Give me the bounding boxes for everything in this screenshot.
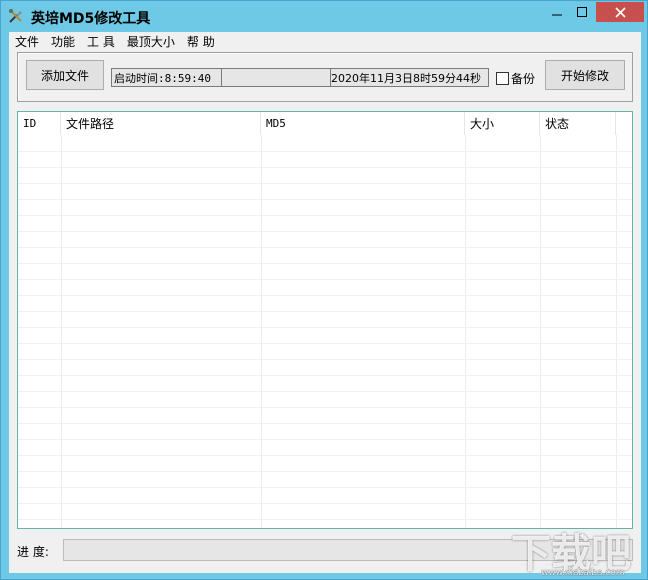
column-size[interactable]: 大小: [465, 112, 540, 135]
grid-row-line: [18, 343, 632, 344]
grid-row-line: [18, 327, 632, 328]
grid-row-line: [18, 471, 632, 472]
file-list[interactable]: ID 文件路径 MD5 大小 状态: [17, 111, 633, 529]
status-middle: [222, 69, 331, 86]
grid-column-line: [616, 135, 617, 528]
grid-row-line: [18, 247, 632, 248]
grid-row-line: [18, 167, 632, 168]
add-file-button[interactable]: 添加文件: [26, 60, 104, 90]
menu-topmost-size[interactable]: 最顶大小: [121, 33, 181, 50]
grid-row-line: [18, 295, 632, 296]
grid-row-line: [18, 439, 632, 440]
datetime-text: 2020年11月3日8时59分44秒: [331, 71, 481, 85]
close-icon: [614, 6, 626, 18]
grid-row-line: [18, 423, 632, 424]
minimize-icon: [552, 14, 562, 16]
start-modify-button[interactable]: 开始修改: [545, 60, 625, 90]
list-header: ID 文件路径 MD5 大小 状态: [18, 112, 632, 135]
grid-row-line: [18, 311, 632, 312]
grid-column-line: [540, 135, 541, 528]
close-button[interactable]: [596, 2, 644, 22]
minimize-button[interactable]: [544, 2, 570, 22]
backup-checkbox[interactable]: [496, 72, 509, 85]
maximize-icon: [577, 7, 587, 17]
grid-row-line: [18, 199, 632, 200]
menu-help[interactable]: 帮 助: [181, 33, 221, 50]
grid-column-line: [465, 135, 466, 528]
grid-row-line: [18, 519, 632, 520]
grid-column-line: [61, 135, 62, 528]
start-time-text: 启动时间:8:59:40: [112, 69, 222, 86]
grid-row-line: [18, 231, 632, 232]
grid-row-line: [18, 359, 632, 360]
menu-file[interactable]: 文件: [9, 33, 45, 50]
client-area: 文件 功能 工 具 最顶大小 帮 助 添加文件 启动时间:8:59:40 202…: [9, 32, 641, 573]
grid-row-line: [18, 407, 632, 408]
grid-row-line: [18, 215, 632, 216]
status-bar: 启动时间:8:59:40 2020年11月3日8时59分44秒: [111, 68, 489, 87]
title-bar[interactable]: 英培MD5修改工具: [1, 1, 647, 32]
toolbar-group: 添加文件 启动时间:8:59:40 2020年11月3日8时59分44秒 备份 …: [17, 52, 633, 102]
backup-label: 备份: [511, 72, 536, 86]
grid-row-line: [18, 263, 632, 264]
grid-row-line: [18, 455, 632, 456]
maximize-button[interactable]: [569, 2, 595, 22]
column-status[interactable]: 状态: [540, 112, 616, 135]
grid-row-line: [18, 279, 632, 280]
column-id[interactable]: ID: [18, 112, 61, 135]
backup-checkbox-group[interactable]: 备份: [496, 70, 535, 87]
list-body[interactable]: [18, 135, 632, 528]
grid-row-line: [18, 503, 632, 504]
column-file-path[interactable]: 文件路径: [61, 112, 261, 135]
tools-icon: [9, 9, 22, 23]
column-filler: [616, 112, 632, 135]
menu-bar: 文件 功能 工 具 最顶大小 帮 助: [9, 32, 641, 51]
watermark-url: www.xiazaiba.com: [541, 568, 625, 578]
app-window: 英培MD5修改工具 文件 功能 工 具 最顶大小 帮 助 添加文件 启动时间:8…: [0, 0, 648, 580]
menu-function[interactable]: 功能: [45, 33, 81, 50]
grid-row-line: [18, 375, 632, 376]
grid-row-line: [18, 151, 632, 152]
menu-tools[interactable]: 工 具: [81, 33, 121, 50]
progress-label: 进 度:: [17, 545, 49, 559]
grid-row-line: [18, 183, 632, 184]
grid-row-line: [18, 391, 632, 392]
grid-column-line: [261, 135, 262, 528]
window-title: 英培MD5修改工具: [31, 11, 151, 27]
column-md5[interactable]: MD5: [261, 112, 465, 135]
grid-row-line: [18, 487, 632, 488]
